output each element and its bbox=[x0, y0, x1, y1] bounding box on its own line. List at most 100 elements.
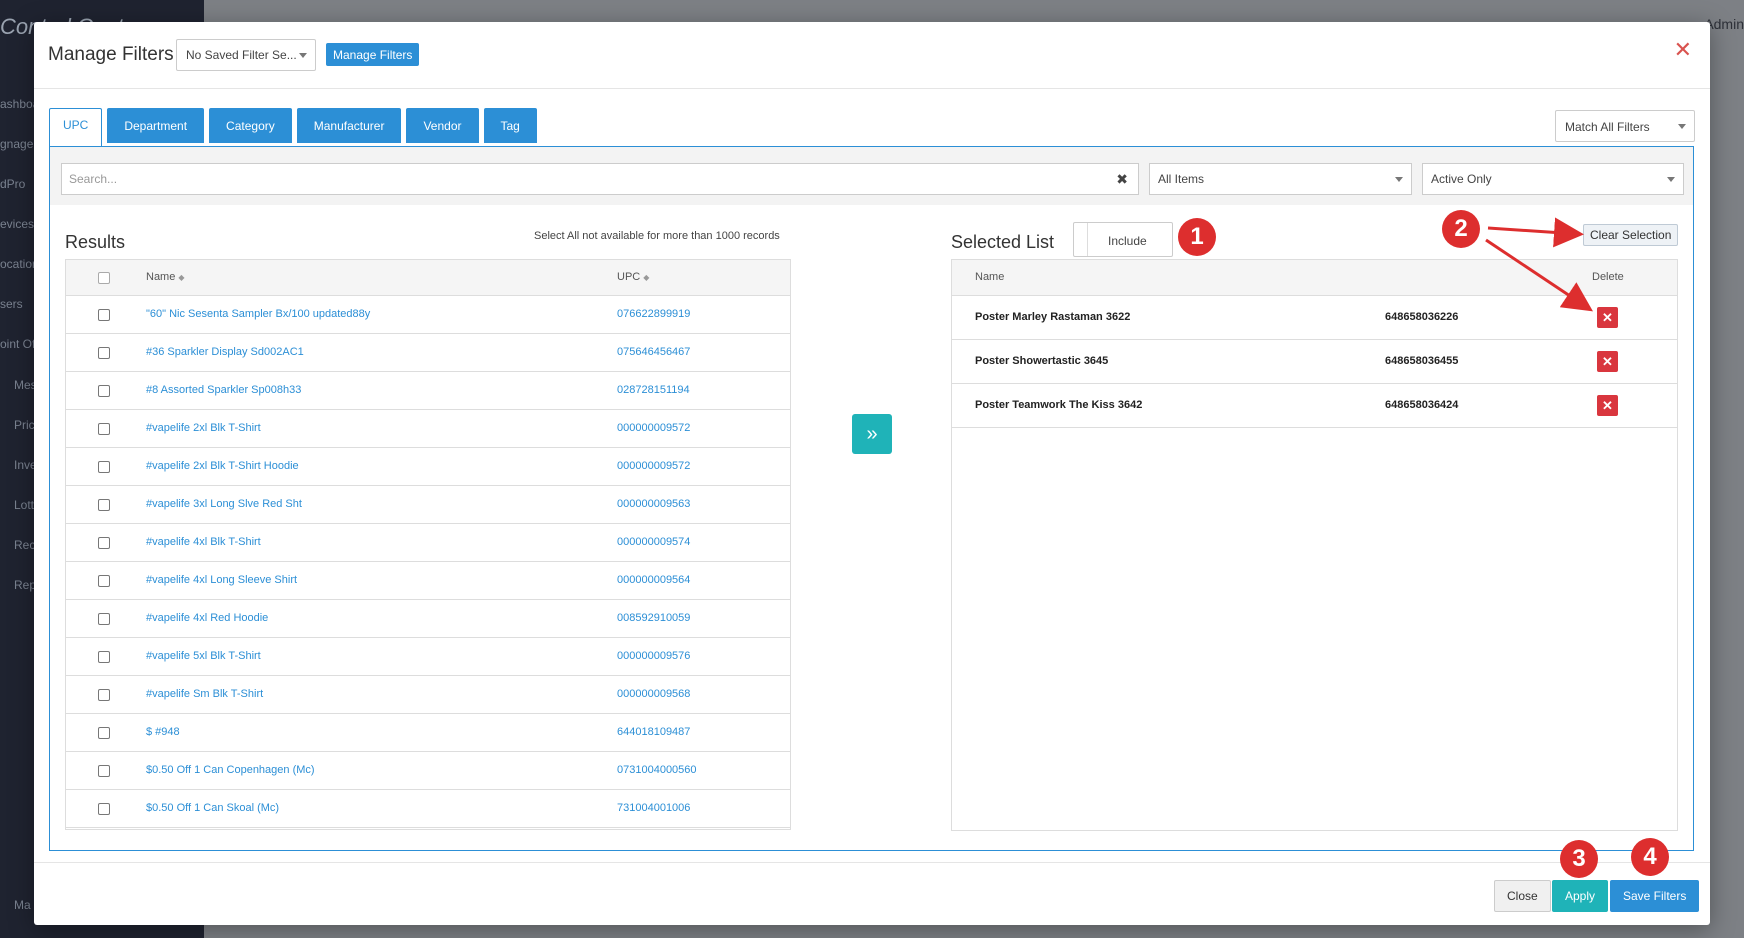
row-checkbox[interactable] bbox=[98, 423, 110, 435]
result-name-link[interactable]: #vapelife 4xl Red Hoodie bbox=[146, 612, 268, 624]
column-header-name[interactable]: Name ◆ bbox=[146, 271, 185, 283]
row-checkbox[interactable] bbox=[98, 461, 110, 473]
table-row: $0.50 Off 1 Can Skoal (Mc) 731004001006 bbox=[66, 790, 790, 828]
match-mode-select[interactable]: Match All Filters bbox=[1555, 110, 1695, 142]
result-name-link[interactable]: "60" Nic Sesenta Sampler Bx/100 updated8… bbox=[146, 308, 370, 320]
move-to-selected-button[interactable]: » bbox=[852, 414, 892, 454]
result-name-link[interactable]: #vapelife 4xl Long Sleeve Shirt bbox=[146, 574, 297, 586]
result-upc-link[interactable]: 0731004000560 bbox=[617, 764, 697, 776]
manage-filters-button[interactable]: Manage Filters bbox=[326, 43, 420, 66]
selected-item-name: Poster Showertastic 3645 bbox=[975, 355, 1109, 367]
table-row: #vapelife Sm Blk T-Shirt 000000009568 bbox=[66, 676, 790, 714]
result-name-link[interactable]: #8 Assorted Sparkler Sp008h33 bbox=[146, 384, 301, 396]
row-checkbox[interactable] bbox=[98, 803, 110, 815]
row-checkbox[interactable] bbox=[98, 575, 110, 587]
sort-icon: ◆ bbox=[178, 273, 185, 282]
saved-filter-select[interactable]: No Saved Filter Se... bbox=[176, 39, 316, 71]
result-name-link[interactable]: #vapelife 4xl Blk T-Shirt bbox=[146, 536, 261, 548]
table-row: #vapelife 4xl Long Sleeve Shirt 000000009… bbox=[66, 562, 790, 600]
result-name-link[interactable]: #vapelife 3xl Long Slve Red Sht bbox=[146, 498, 302, 510]
row-checkbox[interactable] bbox=[98, 651, 110, 663]
close-icon: ✕ bbox=[1602, 353, 1613, 369]
select-all-checkbox[interactable] bbox=[98, 272, 110, 284]
clear-selection-button[interactable]: Clear Selection bbox=[1583, 224, 1679, 246]
status-select[interactable]: Active Only bbox=[1422, 163, 1684, 195]
filter-tabs: UPC Department Category Manufacturer Ven… bbox=[49, 108, 542, 148]
match-mode-value: Match All Filters bbox=[1565, 120, 1650, 134]
clear-search-icon[interactable]: ✖ bbox=[1116, 171, 1128, 188]
modal-footer: Close Apply Save Filters bbox=[34, 862, 1710, 925]
modal-title: Manage Filters bbox=[48, 44, 174, 65]
annotation-badge-3: 3 bbox=[1560, 840, 1598, 878]
search-input[interactable]: Search... ✖ bbox=[61, 163, 1139, 195]
modal-header: Manage Filters No Saved Filter Se... Man… bbox=[34, 22, 1710, 89]
result-upc-link[interactable]: 000000009568 bbox=[617, 688, 690, 700]
selected-item-upc: 648658036455 bbox=[1385, 355, 1459, 367]
apply-button[interactable]: Apply bbox=[1552, 880, 1609, 912]
background-nav-item: evices bbox=[0, 217, 34, 231]
items-scope-select[interactable]: All Items bbox=[1149, 163, 1412, 195]
row-checkbox[interactable] bbox=[98, 537, 110, 549]
tab-manufacturer[interactable]: Manufacturer bbox=[296, 108, 402, 143]
tab-upc[interactable]: UPC bbox=[49, 108, 103, 146]
result-upc-link[interactable]: 008592910059 bbox=[617, 612, 690, 624]
save-filters-button[interactable]: Save Filters bbox=[1610, 880, 1700, 912]
selected-table: Name Delete Poster Marley Rastaman 3622 … bbox=[951, 259, 1678, 831]
tab-tag[interactable]: Tag bbox=[483, 108, 537, 143]
include-exclude-toggle[interactable]: Include bbox=[1073, 222, 1173, 257]
row-checkbox[interactable] bbox=[98, 613, 110, 625]
double-chevron-right-icon: » bbox=[866, 422, 878, 445]
tab-department[interactable]: Department bbox=[107, 108, 205, 143]
result-name-link[interactable]: $0.50 Off 1 Can Copenhagen (Mc) bbox=[146, 764, 315, 776]
row-checkbox[interactable] bbox=[98, 309, 110, 321]
row-checkbox[interactable] bbox=[98, 765, 110, 777]
background-nav-item: gnage bbox=[0, 137, 34, 151]
result-name-link[interactable]: #vapelife 5xl Blk T-Shirt bbox=[146, 650, 261, 662]
result-upc-link[interactable]: 000000009564 bbox=[617, 574, 690, 586]
results-table-header: Name ◆ UPC ◆ bbox=[66, 260, 790, 296]
result-upc-link[interactable]: 075646456467 bbox=[617, 346, 690, 358]
annotation-badge-2: 2 bbox=[1442, 210, 1480, 248]
close-icon[interactable]: ✕ bbox=[1674, 37, 1692, 63]
background-user-label: Admin bbox=[1704, 16, 1744, 32]
background-nav-item: ashboard bbox=[0, 97, 34, 111]
results-note: Select All not available for more than 1… bbox=[534, 230, 780, 242]
delete-button[interactable]: ✕ bbox=[1597, 351, 1618, 372]
selected-table-header: Name Delete bbox=[952, 260, 1677, 296]
row-checkbox[interactable] bbox=[98, 727, 110, 739]
result-name-link[interactable]: $ #948 bbox=[146, 726, 180, 738]
column-header-upc[interactable]: UPC ◆ bbox=[617, 271, 649, 283]
caret-down-icon bbox=[299, 53, 307, 58]
result-upc-link[interactable]: 076622899919 bbox=[617, 308, 690, 320]
result-upc-link[interactable]: 000000009572 bbox=[617, 422, 690, 434]
result-upc-link[interactable]: 000000009572 bbox=[617, 460, 690, 472]
filter-bar: Search... ✖ All Items Active Only bbox=[50, 147, 1693, 205]
table-row: #vapelife 2xl Blk T-Shirt Hoodie 00000000… bbox=[66, 448, 790, 486]
row-checkbox[interactable] bbox=[98, 347, 110, 359]
delete-button[interactable]: ✕ bbox=[1597, 395, 1618, 416]
sort-icon: ◆ bbox=[643, 273, 650, 282]
result-upc-link[interactable]: 028728151194 bbox=[617, 384, 690, 396]
close-button[interactable]: Close bbox=[1494, 880, 1551, 912]
row-checkbox[interactable] bbox=[98, 499, 110, 511]
result-name-link[interactable]: #vapelife Sm Blk T-Shirt bbox=[146, 688, 263, 700]
result-name-link[interactable]: #36 Sparkler Display Sd002AC1 bbox=[146, 346, 304, 358]
toggle-knob bbox=[1074, 223, 1088, 256]
row-checkbox[interactable] bbox=[98, 689, 110, 701]
tab-vendor[interactable]: Vendor bbox=[406, 108, 479, 143]
result-name-link[interactable]: #vapelife 2xl Blk T-Shirt bbox=[146, 422, 261, 434]
include-label: Include bbox=[1108, 234, 1147, 248]
background-nav-item: oint Of bbox=[0, 337, 34, 351]
result-upc-link[interactable]: 000000009574 bbox=[617, 536, 690, 548]
delete-button[interactable]: ✕ bbox=[1597, 307, 1618, 328]
tab-category[interactable]: Category bbox=[209, 108, 292, 143]
result-name-link[interactable]: #vapelife 2xl Blk T-Shirt Hoodie bbox=[146, 460, 299, 472]
result-name-link[interactable]: $0.50 Off 1 Can Skoal (Mc) bbox=[146, 802, 279, 814]
row-checkbox[interactable] bbox=[98, 385, 110, 397]
result-upc-link[interactable]: 644018109487 bbox=[617, 726, 690, 738]
result-upc-link[interactable]: 000000009563 bbox=[617, 498, 690, 510]
result-upc-link[interactable]: 731004001006 bbox=[617, 802, 690, 814]
annotation-badge-4: 4 bbox=[1631, 838, 1669, 876]
result-upc-link[interactable]: 000000009576 bbox=[617, 650, 690, 662]
filter-panel: Search... ✖ All Items Active Only Result… bbox=[49, 146, 1694, 851]
